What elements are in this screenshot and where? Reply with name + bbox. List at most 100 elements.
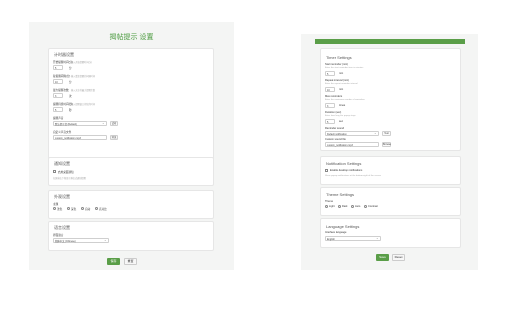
page-title: 揭帖提示 设置 xyxy=(109,34,154,41)
unit-label: min xyxy=(339,72,344,75)
chevron-down-icon: ⌄ xyxy=(102,121,105,125)
sound-file-input[interactable]: custom_notification.mp3 xyxy=(53,135,107,140)
desktop-notify-checkbox[interactable] xyxy=(325,169,328,172)
theme-radio-light[interactable] xyxy=(53,207,56,210)
sound-label: Reminder sound xyxy=(325,127,345,130)
unit-label: 秒 xyxy=(69,109,72,112)
repeat-interval-input[interactable]: 10 xyxy=(53,79,63,84)
checkbox-label: 启用桌面通知 xyxy=(58,171,74,174)
repeat-interval-input[interactable]: 10 xyxy=(325,87,335,92)
radio-label: 自动 xyxy=(85,208,91,211)
notification-card: 通知设置 启用桌面通知 在屏幕右下角显示弹出式通知提醒 xyxy=(48,157,214,186)
field-hint: Enter how long the popup stays xyxy=(325,115,356,117)
radio-label: 高对比 xyxy=(99,208,107,211)
sound-select[interactable]: Default notification xyxy=(325,131,379,136)
reset-button[interactable]: Reset xyxy=(392,254,405,261)
field-label: 复提醒间隔(分) xyxy=(53,75,71,78)
unit-label: times xyxy=(339,104,346,107)
start-reminder-input[interactable]: 5 xyxy=(325,71,335,76)
reset-button[interactable]: 重置 xyxy=(124,258,137,265)
chevron-down-icon: ⌄ xyxy=(376,236,379,240)
card-title: 通知设置 xyxy=(54,161,70,166)
unit-label: 次 xyxy=(69,95,72,98)
field-label: Max reminders xyxy=(325,95,343,98)
unit-label: sec xyxy=(339,120,344,123)
card-title: 外观设置 xyxy=(54,194,70,199)
top-progress-bar xyxy=(315,39,465,44)
duration-input[interactable]: 5 xyxy=(53,107,63,112)
card-title: Timer Settings xyxy=(326,55,352,60)
field-label: 开始提醒时间(分) xyxy=(53,61,73,64)
unit-label: min xyxy=(339,88,344,91)
browse-button[interactable]: Browse xyxy=(382,142,391,147)
max-reminders-input[interactable]: 3 xyxy=(53,93,63,98)
radio-label: Auto xyxy=(355,205,361,208)
field-label: 提醒持续时间(秒) xyxy=(53,103,73,106)
timer-settings-card: 计时器设置 开始提醒时间(分) 输入开始提醒时间(分) 5 分 复提醒间隔(分)… xyxy=(48,48,214,174)
language-label: Interface language xyxy=(325,231,347,234)
checkbox-hint: 在屏幕右下角显示弹出式通知提醒 xyxy=(53,178,86,180)
field-hint: 输入允许的最大提醒次数 xyxy=(71,90,96,92)
radio-label: 浅色 xyxy=(57,208,63,211)
language-select[interactable]: English xyxy=(325,236,381,241)
save-button[interactable]: 保存 xyxy=(107,258,120,265)
save-button[interactable]: Save xyxy=(376,254,389,261)
theme-radio-contrast[interactable] xyxy=(364,205,367,208)
radio-label: Contrast xyxy=(368,205,378,208)
file-label: Custom sound file xyxy=(325,138,346,141)
sound-select[interactable]: 默认提示音 (Default) xyxy=(53,121,107,126)
card-title: Theme Settings xyxy=(326,192,355,197)
field-label: Start reminder (min) xyxy=(325,63,349,66)
unit-label: 分 xyxy=(69,81,72,84)
card-title: Language Settings xyxy=(326,224,360,229)
field-label: Duration (sec) xyxy=(325,111,342,114)
theme-card: 外观设置 主题 浅色 深色 自动 高对比 xyxy=(48,190,214,219)
timer-settings-card: Timer Settings Start reminder (min) Ente… xyxy=(320,48,461,151)
theme-card: Theme Settings Theme Light Dark Auto Con… xyxy=(320,187,461,216)
field-hint: Enter the repeat reminder interval xyxy=(325,83,358,85)
language-card: 语言设置 界面语言 简体中文 (Chinese) ⌄ xyxy=(48,221,214,251)
radio-label: Dark xyxy=(342,205,348,208)
checkbox-hint: Show popup notifications at the bottom-r… xyxy=(325,175,381,177)
sound-label: 提醒声音 xyxy=(53,117,64,120)
test-sound-button[interactable]: 试听 xyxy=(110,121,118,126)
theme-radio-dark[interactable] xyxy=(67,207,70,210)
field-hint: 输入重复提醒的间隔时间 xyxy=(71,76,96,78)
card-title: 语言设置 xyxy=(54,225,70,230)
theme-radio-dark[interactable] xyxy=(338,205,341,208)
card-title: 计时器设置 xyxy=(54,52,74,57)
max-reminders-input[interactable]: 3 xyxy=(325,103,335,108)
radio-label: 深色 xyxy=(71,208,77,211)
field-hint: 输入提醒窗口持续的时间 xyxy=(71,104,96,106)
desktop-notify-checkbox[interactable] xyxy=(53,170,56,173)
theme-label: 主题 xyxy=(53,203,59,206)
radio-label: Light xyxy=(329,205,335,208)
language-label: 界面语言 xyxy=(53,234,64,237)
notification-card: Notification Settings Enable desktop not… xyxy=(320,156,461,185)
file-label: 自定义声音文件 xyxy=(53,131,72,134)
field-hint: 输入开始提醒时间(分) xyxy=(71,62,93,64)
sound-file-input[interactable]: custom_notification.mp3 xyxy=(325,142,379,147)
settings-panel-en: Timer Settings Start reminder (min) Ente… xyxy=(301,34,478,270)
theme-radio-auto[interactable] xyxy=(351,205,354,208)
field-label: Repeat interval (min) xyxy=(325,79,350,82)
field-hint: Enter the start reminder time in minutes xyxy=(325,67,364,69)
theme-radio-light[interactable] xyxy=(325,205,328,208)
chevron-down-icon: ⌄ xyxy=(374,131,377,135)
field-label: 最大提醒次数 xyxy=(53,89,69,92)
field-hint: Enter the maximum number of reminders xyxy=(325,99,365,101)
duration-input[interactable]: 5 xyxy=(325,119,335,124)
language-card: Language Settings Interface language Eng… xyxy=(320,218,461,248)
card-title: Notification Settings xyxy=(326,161,362,166)
chevron-down-icon: ⌄ xyxy=(104,238,107,242)
theme-label: Theme xyxy=(325,200,334,203)
unit-label: 分 xyxy=(69,67,72,70)
theme-radio-contrast[interactable] xyxy=(95,207,98,210)
language-select[interactable]: 简体中文 (Chinese) xyxy=(53,238,109,243)
test-sound-button[interactable]: Test xyxy=(382,131,391,136)
start-reminder-input[interactable]: 5 xyxy=(53,65,63,70)
theme-radio-auto[interactable] xyxy=(81,207,84,210)
checkbox-label: Enable desktop notifications xyxy=(330,169,363,172)
browse-button[interactable]: 浏览 xyxy=(110,135,118,140)
settings-panel-zh: 揭帖提示 设置 计时器设置 开始提醒时间(分) 输入开始提醒时间(分) 5 分 … xyxy=(29,22,234,270)
